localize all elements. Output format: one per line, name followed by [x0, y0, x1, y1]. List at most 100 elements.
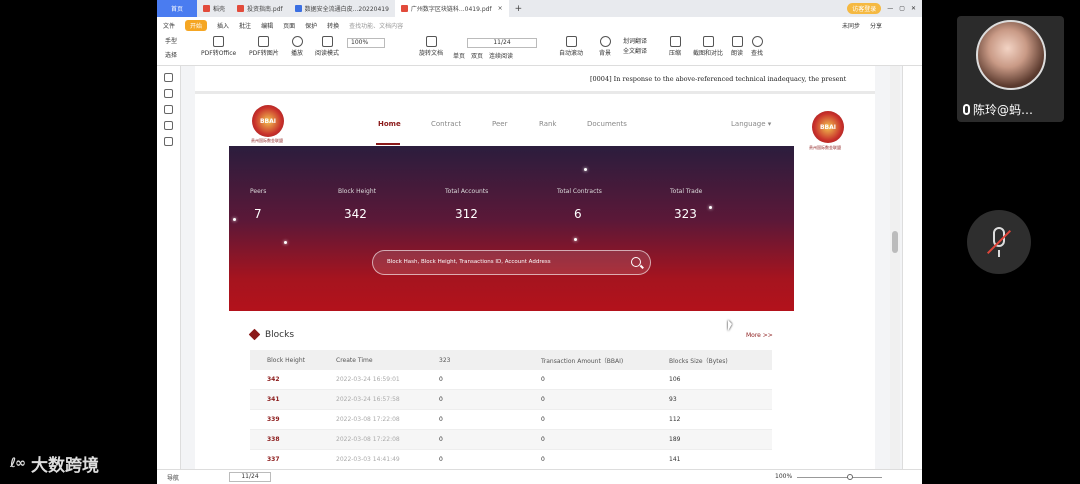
blocks-heading: Blocks — [248, 328, 294, 341]
thumbnail-icon[interactable] — [164, 89, 173, 98]
menu-insert[interactable]: 插入 — [217, 21, 229, 30]
tab-docer[interactable]: 稻壳 — [197, 0, 231, 17]
mic-icon — [963, 104, 970, 115]
new-tab-button[interactable]: + — [509, 0, 529, 17]
zoom-slider-knob[interactable] — [847, 474, 853, 480]
tab-data-security[interactable]: 数据安全流通白皮...20220419 — [289, 0, 395, 17]
table-row[interactable]: 338 2022-03-08 17:22:08 0 0 189 — [250, 430, 772, 450]
table-header: Block Height Create Time 323 Transaction… — [250, 350, 772, 370]
menu-page[interactable]: 页面 — [283, 21, 295, 30]
language-select[interactable]: Language ▾ — [731, 120, 771, 128]
nav-rank[interactable]: Rank — [539, 120, 557, 128]
reading-mode-button[interactable]: 阅读模式 — [315, 36, 339, 57]
pdf-to-image-button[interactable]: PDF转图片 — [249, 36, 279, 57]
search-icon[interactable] — [631, 257, 641, 267]
menu-convert[interactable]: 转换 — [327, 21, 339, 30]
more-link[interactable]: More >> — [746, 332, 773, 339]
comment-icon[interactable] — [164, 105, 173, 114]
login-button[interactable]: 访客登录 — [847, 3, 882, 14]
speaker-icon — [731, 36, 743, 47]
mute-button[interactable] — [967, 210, 1031, 274]
blocks-table: Block Height Create Time 323 Transaction… — [250, 350, 772, 469]
rotate-button[interactable]: 旋转文档 — [419, 36, 443, 57]
star-decoration — [574, 238, 577, 241]
nav-documents[interactable]: Documents — [587, 120, 627, 128]
star-decoration — [709, 206, 712, 209]
screenshot-button[interactable]: 截图和对比 — [693, 36, 723, 57]
navigation-toggle[interactable]: 导航 — [167, 473, 179, 482]
star-decoration — [284, 241, 287, 244]
table-row[interactable]: 339 2022-03-08 17:22:08 0 0 112 — [250, 410, 772, 430]
menu-file[interactable]: 文件 — [163, 21, 175, 30]
pdf-page: [0004] In response to the above-referenc… — [195, 66, 875, 469]
screen: 首页 稻壳 投资指南.pdf 数据安全流通白皮...20220419 广州数字区… — [0, 0, 1080, 484]
mic-stem — [998, 250, 1000, 257]
menu-start[interactable]: 开始 — [185, 20, 208, 31]
stat-total-trade: Total Trade 323 — [670, 188, 703, 221]
nav-peer[interactable]: Peer — [492, 120, 507, 128]
watermark: ℓ∞ 大数跨境 — [10, 456, 99, 476]
watermark-logo-icon: ℓ∞ — [10, 456, 26, 471]
status-page-input[interactable]: 11/24 — [229, 472, 271, 482]
convert-icon — [213, 36, 225, 47]
share-button[interactable]: 分享 — [870, 21, 882, 30]
menu-search[interactable]: 查找功能、文档内容 — [349, 21, 403, 30]
pdf-to-office-button[interactable]: PDF转Office — [201, 36, 236, 57]
image-icon — [258, 36, 270, 47]
attachment-icon[interactable] — [164, 121, 173, 130]
play-icon — [291, 36, 303, 47]
close-window-icon[interactable]: ✕ — [911, 5, 916, 12]
docer-icon — [203, 5, 210, 12]
single-page-button[interactable]: 单页 — [453, 51, 465, 60]
menu-protect[interactable]: 保护 — [305, 21, 317, 30]
screenshot-icon — [702, 36, 714, 47]
nav-contract[interactable]: Contract — [431, 120, 461, 128]
find-button[interactable]: 查找 — [751, 36, 763, 57]
page-text: [0004] In response to the above-referenc… — [195, 66, 875, 94]
nav-active-indicator — [376, 143, 400, 145]
tab-home[interactable]: 首页 — [157, 0, 197, 17]
status-zoom[interactable]: 100% — [775, 473, 792, 480]
close-icon[interactable]: × — [498, 5, 503, 12]
scroll-icon — [565, 36, 577, 47]
cube-icon — [248, 328, 261, 341]
site-nav: BBAI 贵州国际数金联盟 Home Contract Peer Rank Do… — [195, 97, 875, 150]
participant-video[interactable]: 陈玲@蚂… — [957, 16, 1064, 122]
zoom-select[interactable]: 100% — [347, 38, 385, 48]
hero-banner: Peers 7 Block Height 342 Total Accounts 312… — [229, 146, 794, 311]
play-button[interactable]: 播放 — [291, 36, 303, 57]
menu-annotate[interactable]: 批注 — [239, 21, 251, 30]
stat-total-contracts: Total Contracts 6 — [557, 188, 602, 221]
double-page-button[interactable]: 双页 — [471, 51, 483, 60]
read-aloud-button[interactable]: 朗读 — [731, 36, 743, 57]
pdf-icon — [237, 5, 245, 12]
window-controls: 访客登录 — ▢ ✕ — [847, 3, 922, 14]
continuous-read-button[interactable]: 连续阅读 — [489, 51, 513, 60]
minimize-icon[interactable]: — — [887, 5, 893, 12]
auto-scroll-button[interactable]: 自动滚动 — [559, 36, 583, 57]
eye-icon — [599, 36, 611, 47]
nav-home[interactable]: Home — [378, 120, 401, 128]
hand-tool[interactable]: 手型 选择 — [165, 36, 177, 59]
zoom-slider[interactable] — [797, 477, 882, 478]
star-decoration — [233, 218, 236, 221]
maximize-icon[interactable]: ▢ — [899, 5, 905, 12]
menu-edit[interactable]: 编辑 — [261, 21, 273, 30]
signature-icon[interactable] — [164, 137, 173, 146]
right-sidebar — [902, 66, 922, 469]
tab-blockchain-pdf[interactable]: 广州数字区块链科...0419.pdf × — [394, 0, 509, 17]
tab-investment-guide[interactable]: 投资指南.pdf — [231, 0, 289, 17]
table-row[interactable]: 342 2022-03-24 16:59:01 0 0 106 — [250, 370, 772, 390]
table-row[interactable]: 341 2022-03-24 16:57:58 0 0 93 — [250, 390, 772, 410]
block-search-input[interactable]: Block Hash, Block Height, Transactions I… — [372, 250, 651, 275]
background-button[interactable]: 背景 — [599, 36, 611, 57]
translate-button[interactable]: 划词翻译 全文翻译 — [623, 36, 647, 55]
sync-status[interactable]: 未同步 — [842, 21, 860, 30]
vertical-scrollbar[interactable] — [890, 66, 900, 469]
bookmark-icon[interactable] — [164, 73, 173, 82]
compress-button[interactable]: 压缩 — [669, 36, 681, 57]
tab-bar: 首页 稻壳 投资指南.pdf 数据安全流通白皮...20220419 广州数字区… — [157, 0, 922, 17]
scroll-thumb[interactable] — [892, 231, 898, 253]
page-input[interactable]: 11/24 — [467, 38, 537, 48]
table-row[interactable]: 337 2022-03-03 14:41:49 0 0 141 — [250, 450, 772, 469]
